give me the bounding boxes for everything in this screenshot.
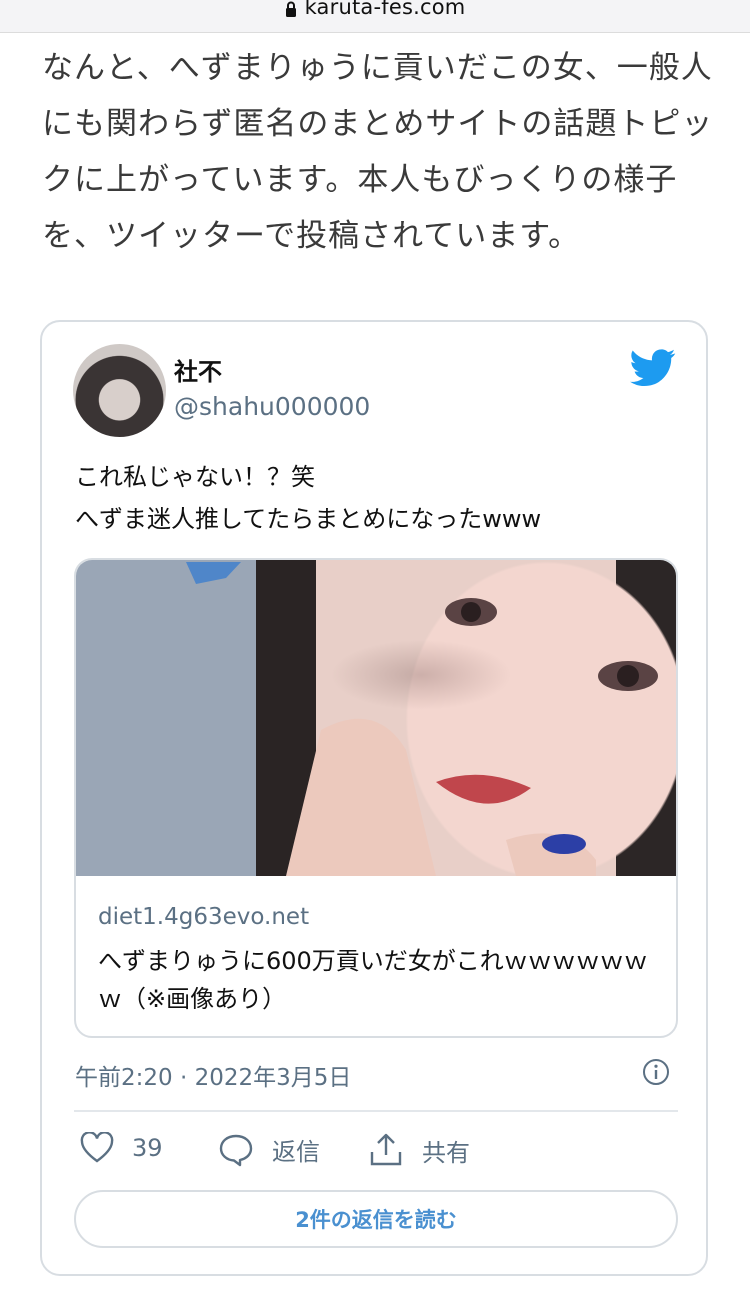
user-handle[interactable]: @shahu000000 [174, 392, 370, 421]
divider [74, 1110, 678, 1112]
read-replies-button[interactable]: 2件の返信を読む [74, 1190, 678, 1248]
info-icon[interactable] [642, 1058, 670, 1086]
like-count: 39 [132, 1134, 163, 1162]
card-domain: diet1.4g63evo.net [98, 904, 310, 930]
heart-icon [80, 1132, 114, 1163]
share-label: 共有 [422, 1138, 470, 1167]
card-photo-shapes [186, 562, 658, 876]
card-title: へずまりゅうに600万貢いだ女がこれｗｗｗｗｗｗｗ（※画像あり） [98, 947, 648, 1013]
tweet-text-line: これ私じゃない！？笑 [75, 463, 315, 491]
url-text: karuta-fes.com [304, 0, 466, 19]
lock-icon [285, 1, 296, 17]
avatar[interactable] [73, 344, 166, 437]
display-name[interactable]: 社不 [174, 352, 222, 387]
browser-url-bar[interactable]: karuta-fes.com [0, 0, 750, 33]
tweet-text: これ私じゃない！？笑 へずま迷人推してたらまとめになったwww [75, 456, 541, 540]
tweet-text-line: へずま迷人推してたらまとめになったwww [75, 505, 542, 533]
embedded-tweet[interactable]: 社不 @shahu000000 これ私じゃない！？笑 へずま迷人推してたらまとめ… [40, 320, 708, 1276]
twitter-bird-icon[interactable] [630, 348, 676, 388]
like-button[interactable]: 39 [80, 1132, 163, 1164]
reply-button[interactable]: 返信 [218, 1132, 320, 1167]
tweet-actions: 39 返信 共有 [74, 1132, 678, 1172]
reply-icon [219, 1134, 253, 1166]
share-button[interactable]: 共有 [368, 1132, 470, 1168]
link-card[interactable]: diet1.4g63evo.net へずまりゅうに600万貢いだ女がこれｗｗｗｗ… [74, 558, 678, 1038]
tweet-timestamp[interactable]: 午前2:20 · 2022年3月5日 [75, 1058, 351, 1092]
article-paragraph: なんと、へずまりゅうに貢いだこの女、一般人にも関わらず匿名のまとめサイトの話題ト… [42, 50, 714, 254]
share-icon [370, 1133, 402, 1166]
card-image[interactable] [76, 560, 676, 876]
reply-label: 返信 [272, 1138, 320, 1166]
